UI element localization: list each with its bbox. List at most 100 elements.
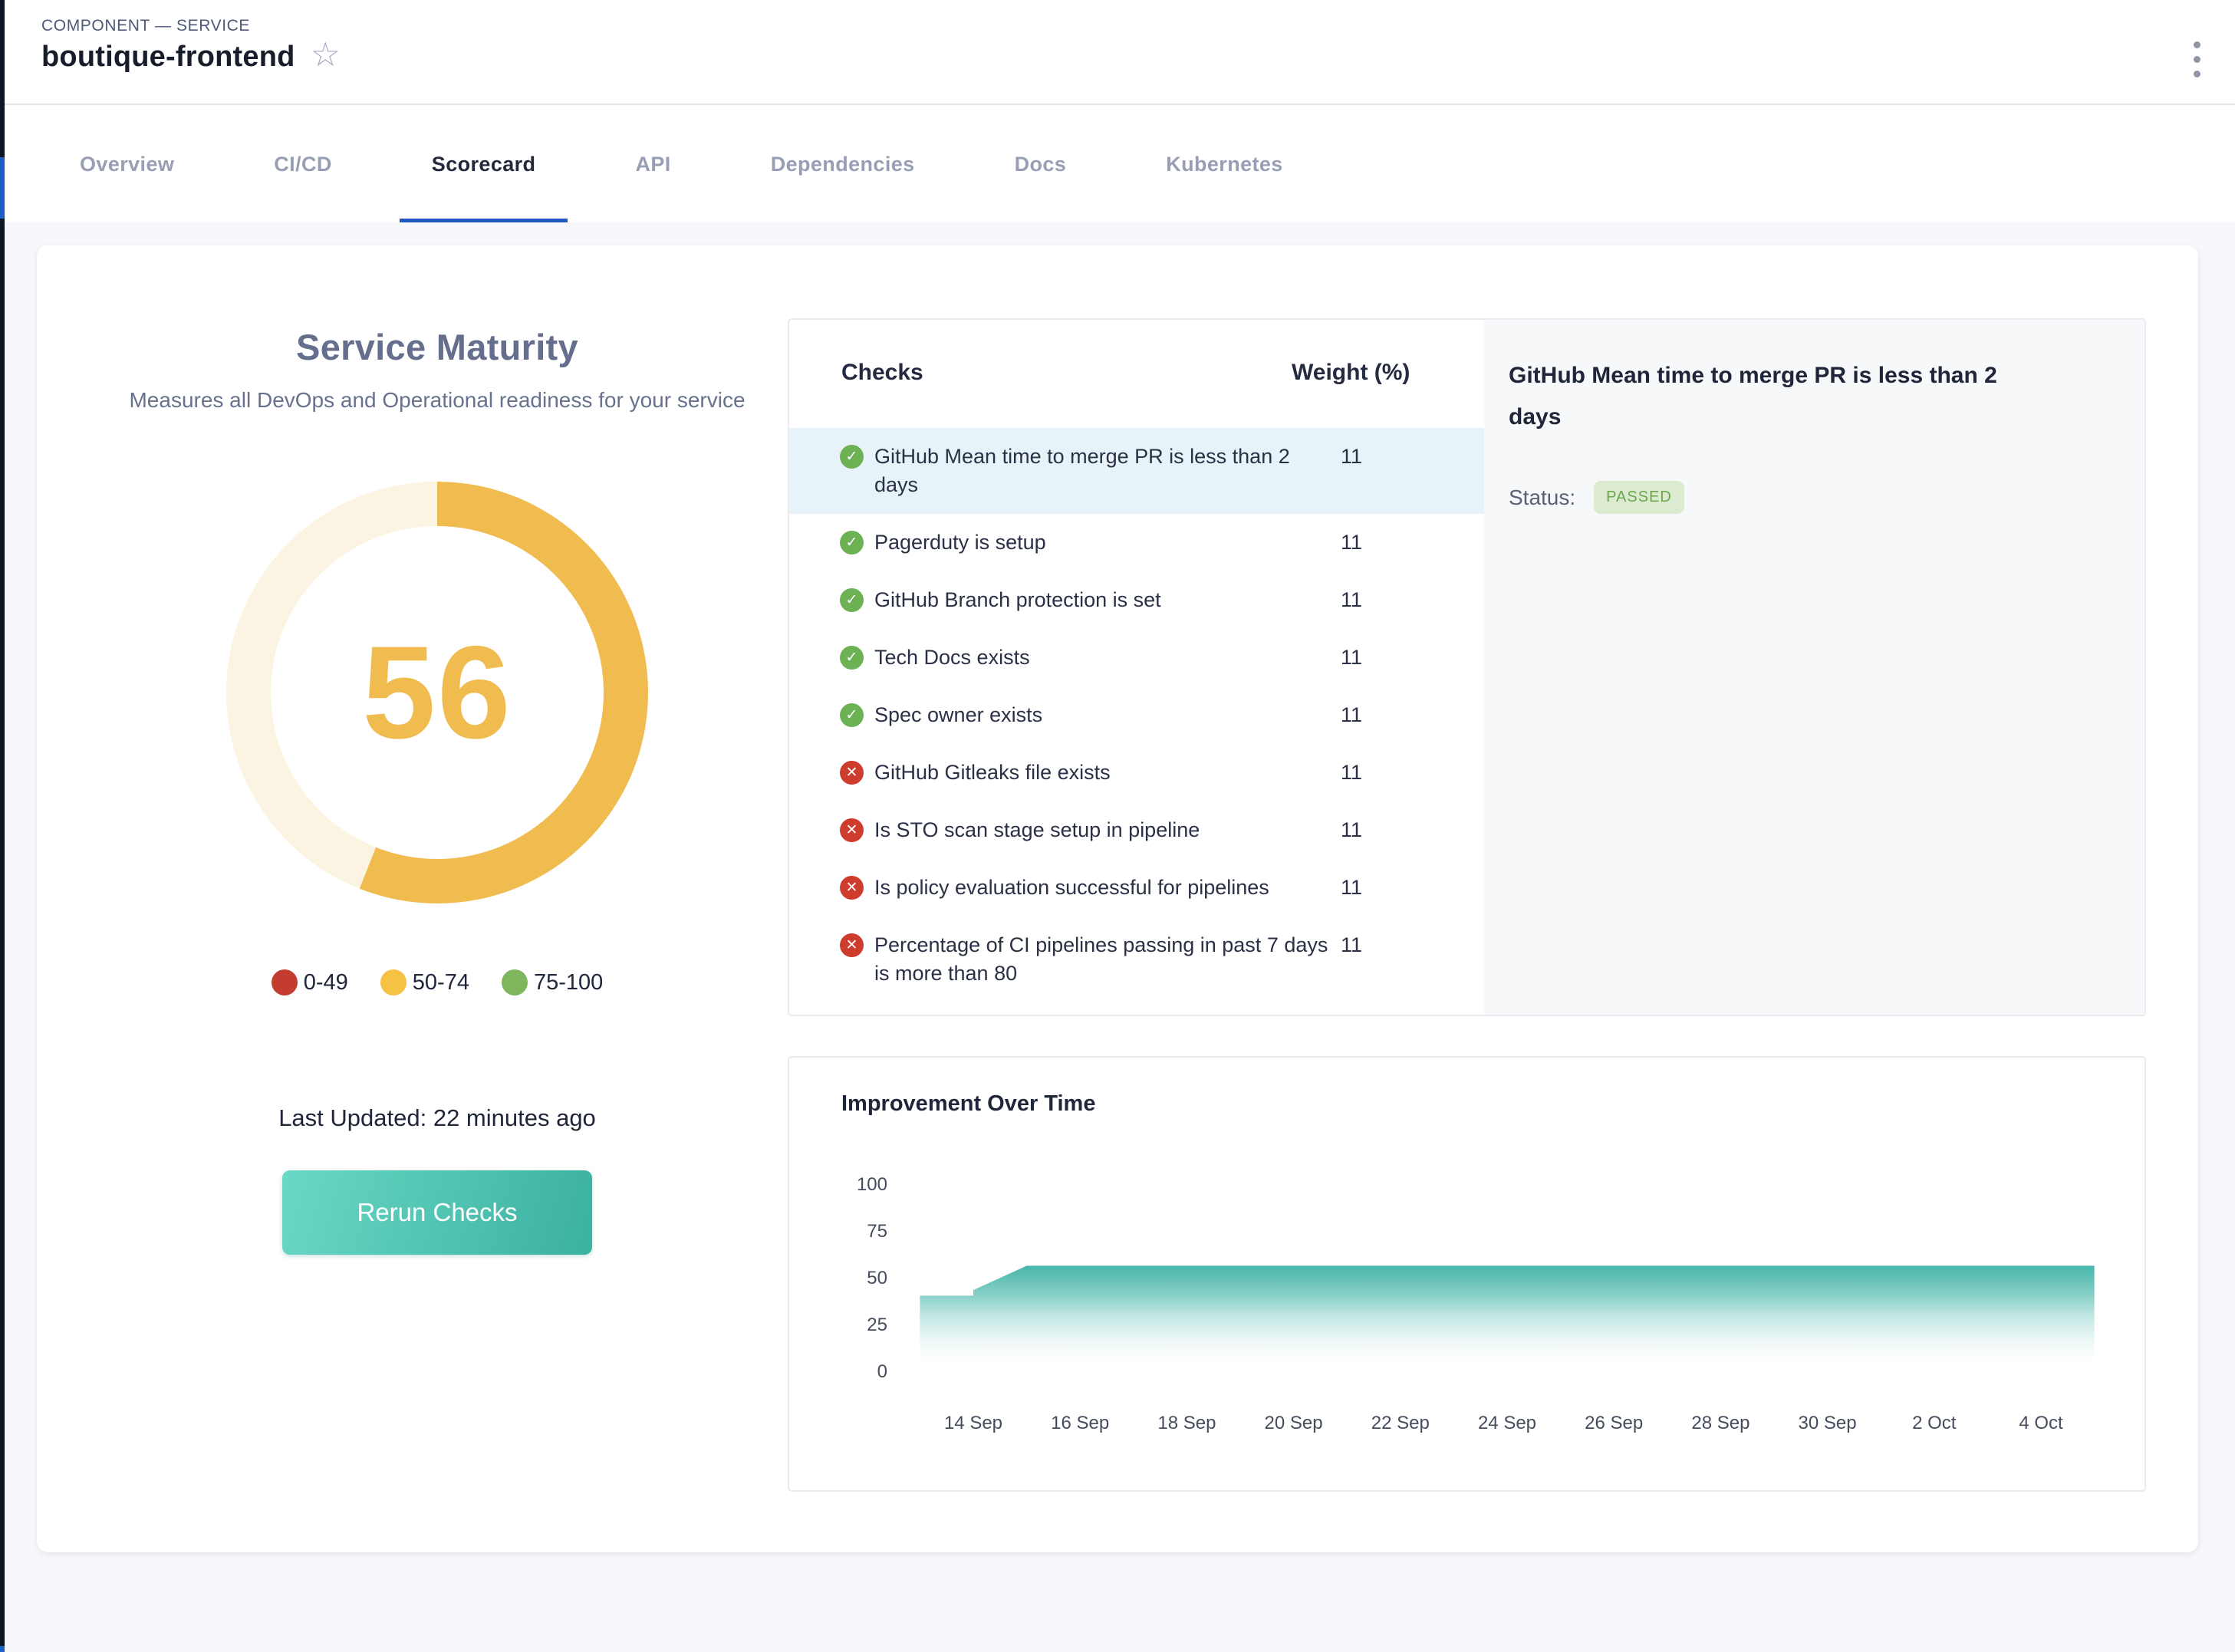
legend-dot-icon	[272, 969, 298, 995]
collapsed-sidebar-rail[interactable]	[0, 0, 5, 1652]
check-weight: 11	[1338, 586, 1362, 614]
svg-text:75: 75	[867, 1221, 887, 1242]
check-row[interactable]: ✓ GitHub Branch protection is set11	[789, 571, 1486, 629]
check-label: Tech Docs exists	[874, 643, 1338, 672]
score-donut-hole: 56	[271, 526, 604, 859]
check-row[interactable]: ✓ Spec owner exists11	[789, 686, 1486, 744]
last-updated-text: Last Updated: 22 minutes ago	[69, 1104, 805, 1132]
check-row[interactable]: ✓ Tech Docs exists11	[789, 629, 1486, 686]
improvement-chart-panel: Improvement Over Time 100755025014 Sep16…	[788, 1056, 2146, 1492]
legend-dot-icon	[502, 969, 528, 995]
check-row[interactable]: ✕ Is policy evaluation successful for pip…	[789, 859, 1486, 916]
check-label: Pagerduty is setup	[874, 528, 1338, 557]
check-label: GitHub Branch protection is set	[874, 586, 1338, 614]
page-header: COMPONENT — SERVICE boutique-frontend ☆ …	[5, 0, 2235, 105]
svg-text:0: 0	[877, 1361, 887, 1382]
check-failed-icon: ✕	[840, 761, 864, 785]
improvement-area-chart: 100 75 50 25 0 14 Sep 16 Sep 18 Sep 20 Sep 22 Sep…	[789, 1058, 2144, 1490]
legend-label: 0-49	[304, 970, 348, 995]
check-detail-title: GitHub Mean time to merge PR is less tha…	[1509, 355, 2046, 438]
check-weight: 11	[1338, 816, 1362, 844]
checks-panel: Checks Weight (%) ✓ GitHub Mean time to m…	[788, 318, 2146, 1016]
content-area: Service Maturity Measures all DevOps and…	[5, 222, 2235, 1652]
check-row[interactable]: ✓ GitHub Mean time to merge PR is less th…	[789, 428, 1486, 514]
check-weight: 11	[1338, 643, 1362, 672]
svg-text:20 Sep: 20 Sep	[1265, 1413, 1323, 1433]
favorite-star-icon[interactable]: ☆	[311, 38, 341, 72]
check-row[interactable]: ✕ GitHub Gitleaks file exists11	[789, 744, 1486, 801]
scorecard-subtitle: Measures all DevOps and Operational read…	[100, 382, 775, 419]
legend-label: 75-100	[534, 970, 603, 995]
sidebar-active-indicator	[0, 157, 5, 219]
check-weight: 11	[1338, 701, 1362, 729]
tab-overview[interactable]: Overview	[48, 107, 206, 222]
check-passed-icon: ✓	[840, 531, 864, 555]
svg-text:24 Sep: 24 Sep	[1478, 1413, 1536, 1433]
check-label: Is policy evaluation successful for pipe…	[874, 874, 1338, 902]
score-value: 56	[362, 617, 512, 768]
svg-text:28 Sep: 28 Sep	[1691, 1413, 1749, 1433]
score-summary-column: Service Maturity Measures all DevOps and…	[69, 326, 805, 1255]
check-failed-icon: ✕	[840, 876, 864, 900]
score-legend: 0-49 50-74 75-100	[69, 969, 805, 995]
rerun-checks-button[interactable]: Rerun Checks	[282, 1170, 592, 1255]
checks-column-header: Checks	[841, 360, 923, 386]
legend-dot-icon	[380, 969, 407, 995]
check-label: Percentage of CI pipelines passing in pa…	[874, 931, 1338, 988]
check-weight: 11	[1338, 443, 1362, 471]
check-passed-icon: ✓	[840, 588, 864, 612]
check-passed-icon: ✓	[840, 646, 864, 670]
tab-dependencies[interactable]: Dependencies	[739, 107, 947, 222]
score-donut: 56	[226, 482, 648, 903]
check-weight: 11	[1338, 874, 1362, 902]
svg-text:100: 100	[857, 1174, 887, 1195]
svg-text:18 Sep: 18 Sep	[1157, 1413, 1216, 1433]
status-badge: PASSED	[1594, 481, 1684, 514]
legend-label: 50-74	[413, 970, 469, 995]
checks-list-header: Checks Weight (%)	[789, 320, 1486, 428]
tab-scorecard[interactable]: Scorecard	[400, 107, 568, 222]
svg-text:4 Oct: 4 Oct	[2019, 1413, 2063, 1433]
tab-kubernetes[interactable]: Kubernetes	[1134, 107, 1315, 222]
legend-item: 50-74	[380, 969, 469, 995]
scorecard-title: Service Maturity	[69, 326, 805, 368]
svg-text:30 Sep: 30 Sep	[1799, 1413, 1857, 1433]
check-failed-icon: ✕	[840, 933, 864, 957]
scorecard-card: Service Maturity Measures all DevOps and…	[37, 245, 2198, 1552]
tab-bar: Overview CI/CD Scorecard API Dependencies Doc…	[5, 107, 2235, 222]
tab-docs[interactable]: Docs	[983, 107, 1099, 222]
check-row[interactable]: ✕ Is STO scan stage setup in pipeline11	[789, 801, 1486, 859]
check-weight: 11	[1338, 528, 1362, 557]
checks-list: Checks Weight (%) ✓ GitHub Mean time to m…	[789, 320, 1486, 1015]
check-failed-icon: ✕	[840, 818, 864, 842]
svg-text:16 Sep: 16 Sep	[1051, 1413, 1109, 1433]
svg-text:14 Sep: 14 Sep	[944, 1413, 1002, 1433]
check-weight: 11	[1338, 931, 1362, 959]
check-passed-icon: ✓	[840, 703, 864, 727]
legend-item: 0-49	[272, 969, 348, 995]
kebab-menu-icon[interactable]	[2191, 38, 2204, 81]
status-label: Status:	[1509, 485, 1575, 510]
svg-text:2 Oct: 2 Oct	[1912, 1413, 1957, 1433]
svg-text:26 Sep: 26 Sep	[1585, 1413, 1643, 1433]
svg-text:25: 25	[867, 1315, 887, 1335]
check-label: GitHub Gitleaks file exists	[874, 759, 1338, 787]
entity-kind-label: COMPONENT — SERVICE	[41, 17, 250, 35]
check-row[interactable]: ✕ Percentage of CI pipelines passing in p…	[789, 916, 1486, 1002]
tab-api[interactable]: API	[603, 107, 703, 222]
sidebar-bottom-indicator	[0, 1646, 5, 1652]
check-label: GitHub Mean time to merge PR is less tha…	[874, 443, 1338, 499]
check-rows: ✓ GitHub Mean time to merge PR is less th…	[789, 428, 1486, 1002]
weight-column-header: Weight (%)	[1292, 360, 1410, 386]
check-label: Spec owner exists	[874, 701, 1338, 729]
legend-item: 75-100	[502, 969, 603, 995]
check-detail-panel: GitHub Mean time to merge PR is less tha…	[1484, 320, 2144, 1015]
check-row[interactable]: ✓ Pagerduty is setup11	[789, 514, 1486, 571]
check-weight: 11	[1338, 759, 1362, 787]
check-passed-icon: ✓	[840, 445, 864, 469]
check-label: Is STO scan stage setup in pipeline	[874, 816, 1338, 844]
page-title: boutique-frontend	[41, 41, 295, 74]
svg-text:50: 50	[867, 1268, 887, 1288]
tab-ci-cd[interactable]: CI/CD	[242, 107, 364, 222]
svg-text:22 Sep: 22 Sep	[1371, 1413, 1430, 1433]
